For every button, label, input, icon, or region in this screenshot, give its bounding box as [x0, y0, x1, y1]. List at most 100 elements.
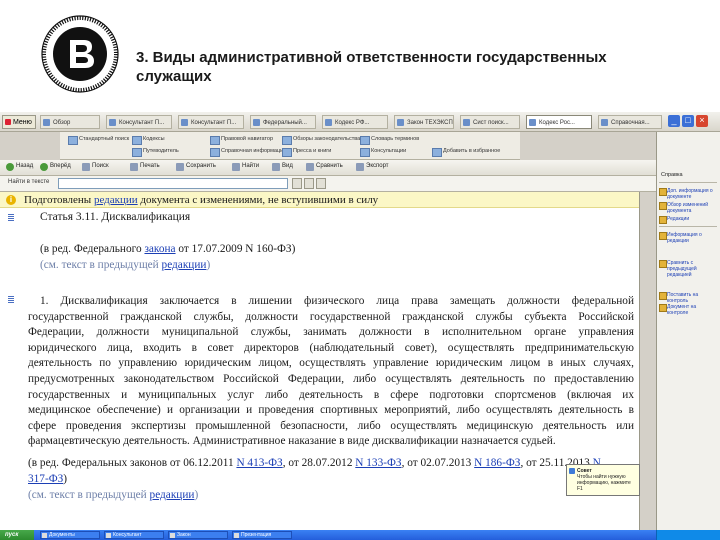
system-tray — [656, 530, 720, 540]
maximize-icon[interactable]: □ — [682, 115, 694, 127]
find-in-text-label: Найти в тексте — [8, 179, 50, 185]
tab-reference[interactable]: Справочная... — [598, 115, 662, 129]
edition-marker-icon[interactable] — [8, 296, 14, 304]
notice-editions-link[interactable]: редакции — [94, 194, 138, 206]
tab-federal[interactable]: Федеральный... — [250, 115, 316, 129]
previous-edition-link-1[interactable]: редакции — [162, 259, 207, 271]
tab-law[interactable]: Закон ТЕХЭКСПЕРТ — [394, 115, 454, 129]
ribbon-glossary[interactable]: Словарь терминов — [360, 136, 419, 145]
edition-marker-icon[interactable] — [8, 214, 14, 222]
find-previous-icon[interactable] — [292, 178, 302, 189]
view-button[interactable]: Вид — [272, 163, 293, 171]
right-panel-item[interactable]: Сравнить с предыдущей редакцией — [659, 260, 717, 278]
notice-text: Подготовлены редакции документа с измене… — [24, 194, 378, 206]
back-button[interactable]: Назад — [6, 163, 33, 171]
close-icon[interactable]: × — [696, 115, 708, 127]
right-panel-item[interactable]: Документ на контроле — [659, 304, 717, 316]
right-reference-panel: Справка Доп. информация о документе Обзо… — [656, 132, 720, 530]
previous-edition-link-2[interactable]: редакции — [150, 489, 195, 501]
ribbon: Стандартный поиск Кодексы Путеводитель П… — [60, 132, 520, 160]
right-panel-item[interactable]: Обзор изменений документа — [659, 202, 717, 214]
paragraph-line: фармацевтическую деятельность. Администр… — [28, 435, 556, 448]
paragraph-line: юридического лица, входить в совет дирек… — [28, 341, 634, 354]
article-title: Статья 3.11. Дисквалификация — [40, 211, 191, 223]
find-next-icon[interactable] — [304, 178, 314, 189]
divider — [659, 182, 717, 183]
ribbon-press-books[interactable]: Пресса и книги — [282, 148, 331, 157]
slide-title-line-1: 3. Виды административной ответственности… — [136, 49, 607, 66]
ribbon-add-favorites[interactable]: Добавить в избранное — [432, 148, 500, 157]
tab-overview[interactable]: Обзор — [40, 115, 100, 129]
right-panel-item[interactable]: Доп. информация о документе — [659, 188, 717, 200]
pending-changes-notice: i Подготовлены редакции документа с изме… — [0, 192, 639, 208]
right-panel-item[interactable]: Поставить на контроль — [659, 292, 717, 304]
ribbon-legal-navigator[interactable]: Правовой навигатор — [210, 136, 273, 145]
law-186-link[interactable]: N 186-ФЗ — [474, 457, 520, 469]
search-button[interactable]: Поиск — [82, 163, 109, 171]
info-icon: i — [6, 195, 16, 205]
document-tab-strip: Меню Обзор Консультант П... Консультант … — [0, 112, 720, 132]
amend2-line2-suffix: ) — [63, 473, 68, 485]
university-seal-logo — [41, 15, 119, 93]
save-button[interactable]: Сохранить — [176, 163, 216, 171]
paragraph-line: деятельность по управлению юридическим л… — [28, 357, 634, 370]
minimize-icon[interactable]: _ — [668, 115, 680, 127]
slide-title: 3. Виды административной ответственности… — [136, 48, 696, 86]
compare-button[interactable]: Сравнить — [306, 163, 343, 171]
right-panel-item[interactable]: Редакции — [659, 216, 717, 224]
export-button[interactable]: Экспорт — [356, 163, 389, 171]
ribbon-guide[interactable]: Путеводитель — [132, 148, 179, 157]
paragraph-line: предусмотренных законодательством Россий… — [28, 372, 634, 385]
amendment-note-2: (в ред. Федеральных законов от 06.12.201… — [28, 456, 601, 472]
ribbon-legislation-reviews[interactable]: Обзоры законодательства — [282, 136, 360, 145]
tab-code[interactable]: Кодекс РФ... — [322, 115, 388, 129]
tab-consultant-1[interactable]: Консультант П... — [106, 115, 172, 129]
article-paragraph-1: 1. Дисквалификация заключается в лишении… — [28, 294, 634, 450]
ribbon-standard-search[interactable]: Стандартный поиск — [68, 136, 129, 145]
notice-suffix: документа с изменениями, не вступившими … — [137, 194, 379, 206]
amend1-suffix: от 17.07.2009 N 160-ФЗ) — [175, 243, 296, 255]
print-button[interactable]: Печать — [130, 163, 160, 171]
amendment-note-2-cont: 317-ФЗ) — [28, 472, 67, 488]
amendment-note-1: (в ред. Федерального закона от 17.07.200… — [40, 242, 295, 258]
federal-law-link[interactable]: закона — [144, 243, 175, 255]
right-panel-item[interactable]: Информация о редакции — [659, 232, 717, 244]
law-317-link[interactable]: 317-ФЗ — [28, 473, 63, 485]
paragraph-line: государственной гражданской службы, долж… — [28, 310, 634, 323]
document-pane: i Подготовлены редакции документа с изме… — [0, 192, 640, 530]
seetext2-prefix: (см. текст в предыдущей — [28, 489, 150, 501]
taskbar-item[interactable]: Консультант — [104, 531, 164, 539]
ribbon-reference-info[interactable]: Справочная информация — [210, 148, 286, 157]
taskbar-item[interactable]: Презентация — [232, 531, 292, 539]
os-taskbar: пуск Документы Консультант Закон Презент… — [0, 530, 720, 540]
tab-search[interactable]: Сист поиск... — [460, 115, 520, 129]
paragraph-line: 1. Дисквалификация заключается в лишении… — [40, 295, 634, 307]
paragraph-line: медицинское обеспечение) и организации и… — [28, 404, 634, 417]
paragraph-line: Федерации, должности муниципальной служб… — [28, 326, 634, 339]
find-in-text-input[interactable] — [58, 178, 288, 189]
law-413-link[interactable]: N 413-ФЗ — [236, 457, 282, 469]
forward-button[interactable]: Вперёд — [40, 163, 71, 171]
embedded-app-window: Меню Обзор Консультант П... Консультант … — [0, 112, 720, 540]
amend2-mid-1: , от 28.07.2012 — [282, 457, 356, 469]
find-button[interactable]: Найти — [232, 163, 259, 171]
ribbon-consultations[interactable]: Консультации — [360, 148, 406, 157]
seetext1-prefix: (см. текст в предыдущей — [40, 259, 162, 271]
ribbon-codes[interactable]: Кодексы — [132, 136, 165, 145]
paragraph-line: государственных и муниципальных услуг ли… — [28, 388, 634, 401]
law-133-link[interactable]: N 133-ФЗ — [355, 457, 401, 469]
menu-button[interactable]: Меню — [2, 115, 36, 129]
taskbar-item[interactable]: Документы — [40, 531, 100, 539]
tab-active-document[interactable]: Кодекс Рос... — [526, 115, 592, 129]
seetext2-suffix: ) — [194, 489, 199, 501]
tip-popup[interactable]: Совет Чтобы найти нужную информацию, наж… — [566, 464, 640, 496]
seetext1-suffix: ) — [206, 259, 211, 271]
start-button[interactable]: пуск — [0, 530, 34, 540]
amend2-prefix: (в ред. Федеральных законов от 06.12.201… — [28, 457, 237, 469]
previous-edition-note-1: (см. текст в предыдущей редакции) — [40, 258, 210, 274]
amend1-prefix: (в ред. Федерального — [40, 243, 145, 255]
tab-consultant-2[interactable]: Консультант П... — [178, 115, 244, 129]
amend2-mid-2: , от 02.07.2013 — [401, 457, 475, 469]
taskbar-item[interactable]: Закон — [168, 531, 228, 539]
find-options-icon[interactable] — [316, 178, 326, 189]
